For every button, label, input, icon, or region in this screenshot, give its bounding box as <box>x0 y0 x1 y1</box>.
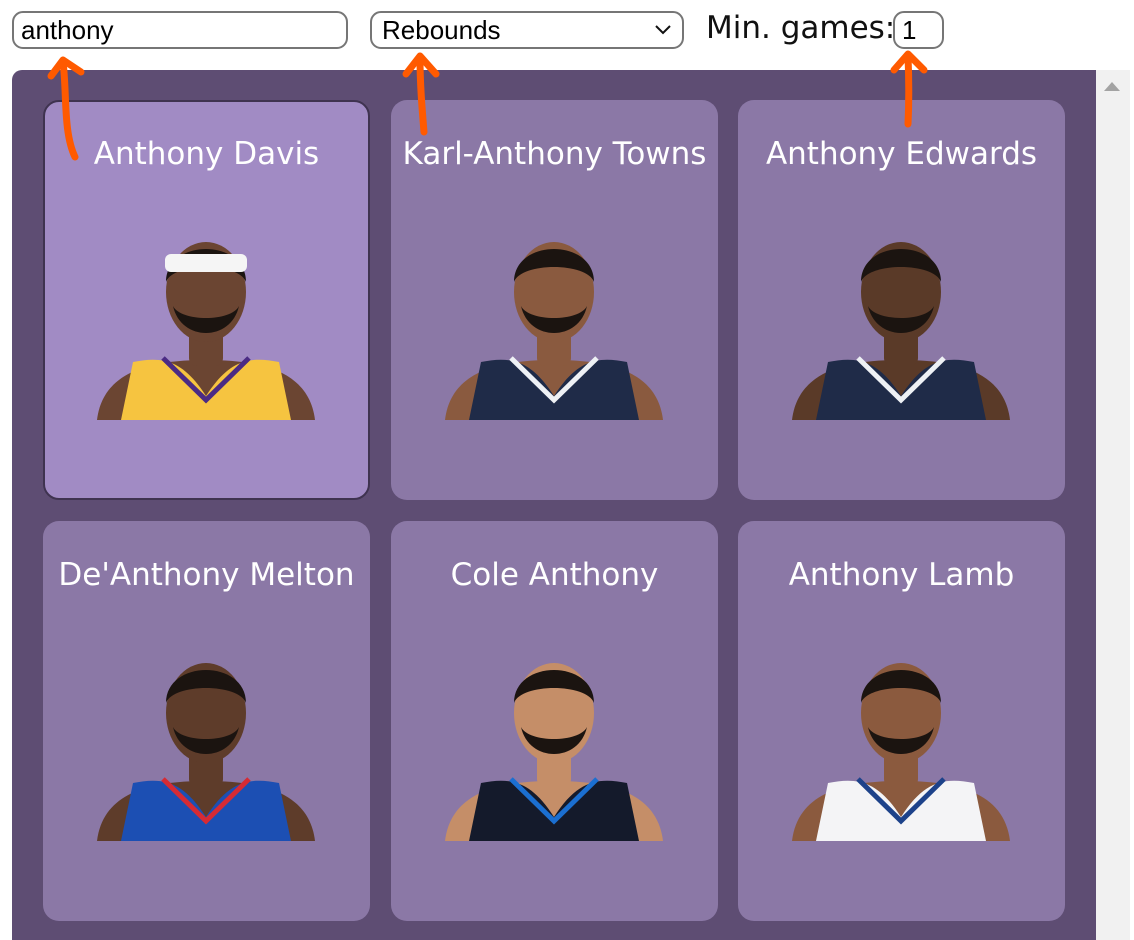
player-name: De'Anthony Melton <box>58 557 355 593</box>
players-grid: Anthony Davis Karl-Anthony Towns Anthony… <box>12 70 1096 940</box>
scroll-up-arrow-icon[interactable] <box>1104 82 1120 91</box>
player-card[interactable]: Anthony Edwards <box>738 100 1065 500</box>
player-portrait <box>792 242 1010 420</box>
player-name: Anthony Edwards <box>765 136 1038 172</box>
player-card[interactable]: Cole Anthony <box>391 521 718 921</box>
player-card[interactable]: Anthony Davis <box>43 100 370 500</box>
player-portrait <box>97 663 315 841</box>
scrollbar[interactable] <box>1096 70 1130 940</box>
player-name: Anthony Lamb <box>788 557 1015 593</box>
min-games-label: Min. games: <box>706 10 896 46</box>
chevron-down-icon <box>655 25 671 35</box>
player-portrait <box>445 242 663 420</box>
player-name: Cole Anthony <box>450 557 659 593</box>
player-portrait <box>97 242 315 420</box>
player-card[interactable]: Anthony Lamb <box>738 521 1065 921</box>
player-name: Karl-Anthony Towns <box>402 136 707 172</box>
player-portrait <box>445 663 663 841</box>
player-card[interactable]: Karl-Anthony Towns <box>391 100 718 500</box>
player-portrait <box>792 663 1010 841</box>
stat-select-value: Rebounds <box>382 14 501 45</box>
player-name: Anthony Davis <box>93 136 320 172</box>
headband <box>165 254 247 272</box>
min-games-input[interactable] <box>893 11 944 49</box>
stat-select[interactable]: Rebounds <box>370 11 684 49</box>
player-card[interactable]: De'Anthony Melton <box>43 521 370 921</box>
search-input[interactable] <box>12 11 348 49</box>
